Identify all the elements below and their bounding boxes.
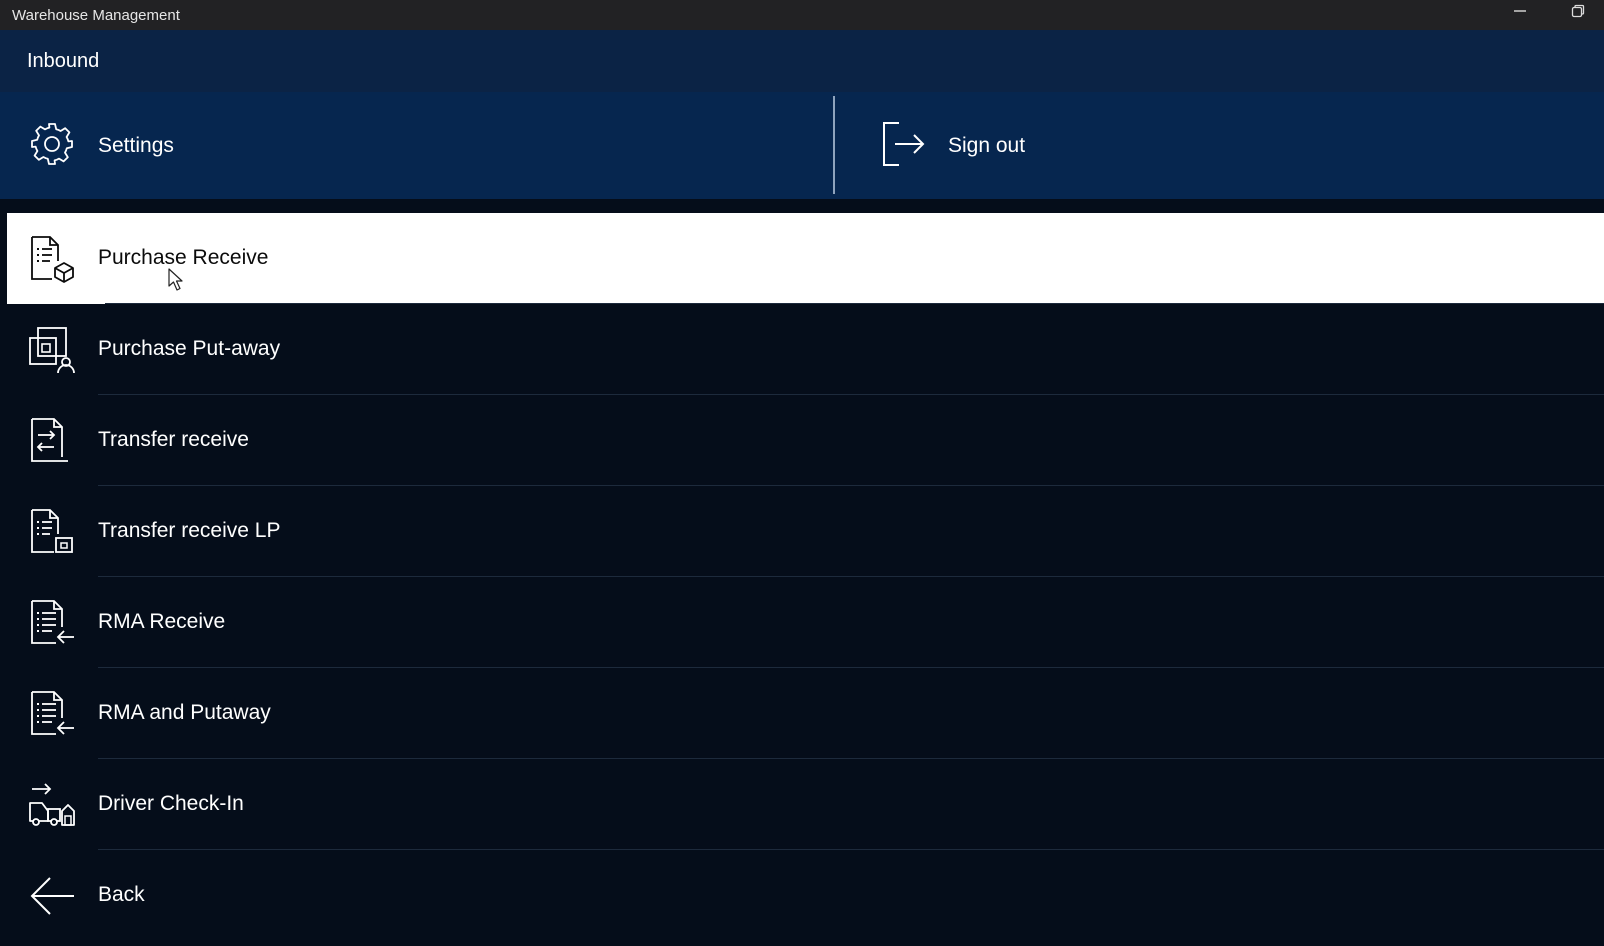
selection-gap: [0, 199, 1604, 213]
menu-item-label: Back: [98, 883, 145, 906]
page-header: Inbound: [0, 30, 1604, 92]
menu-item-purchase-put-away[interactable]: Purchase Put-away: [0, 304, 1604, 395]
menu-item-label: Transfer receive: [98, 428, 249, 451]
window-titlebar: Warehouse Management: [0, 0, 1604, 30]
gear-icon: [31, 123, 73, 165]
menu-item-label: Purchase Put-away: [98, 337, 281, 360]
document-return-icon: [31, 600, 74, 644]
restore-icon: [1571, 4, 1585, 18]
menu-item-transfer-receive-lp[interactable]: Transfer receive LP: [0, 486, 1604, 577]
document-box-icon: [31, 236, 74, 283]
menu-item-back[interactable]: Back: [0, 850, 1604, 941]
sign-out-label: Sign out: [948, 133, 1026, 157]
document-license-plate-icon: [31, 509, 73, 553]
menu-item-transfer-receive[interactable]: Transfer receive: [0, 395, 1604, 486]
page-title: Inbound: [27, 49, 100, 72]
menu-item-label: Transfer receive LP: [98, 519, 281, 542]
settings-label: Settings: [98, 133, 174, 157]
sign-out-button[interactable]: Sign out: [834, 92, 1604, 199]
minimize-button[interactable]: [1502, 0, 1538, 22]
menu-item-driver-check-in[interactable]: Driver Check-In: [0, 759, 1604, 850]
box-person-icon: [29, 327, 75, 374]
restore-button[interactable]: [1560, 0, 1596, 22]
truck-checkin-icon: [29, 783, 75, 826]
menu-item-label: RMA and Putaway: [98, 701, 271, 724]
menu-item-label: Purchase Receive: [98, 246, 269, 269]
menu-item-label: Driver Check-In: [98, 792, 244, 815]
document-transfer-icon: [31, 418, 68, 462]
action-bar: Settings Sign out: [0, 92, 1604, 199]
settings-button[interactable]: Settings: [0, 92, 834, 199]
window-title: Warehouse Management: [12, 6, 180, 24]
document-return-icon: [31, 691, 74, 735]
menu-item-rma-and-putaway[interactable]: RMA and Putaway: [0, 668, 1604, 759]
sign-out-icon: [883, 122, 925, 166]
inbound-menu: Purchase Receive Purchase Put-away Trans…: [0, 213, 1604, 946]
minimize-icon: [1514, 10, 1526, 12]
menu-item-label: RMA Receive: [98, 610, 226, 633]
arrow-left-icon: [30, 877, 74, 915]
menu-item-rma-receive[interactable]: RMA Receive: [0, 577, 1604, 668]
menu-item-purchase-receive[interactable]: Purchase Receive: [7, 213, 1604, 304]
